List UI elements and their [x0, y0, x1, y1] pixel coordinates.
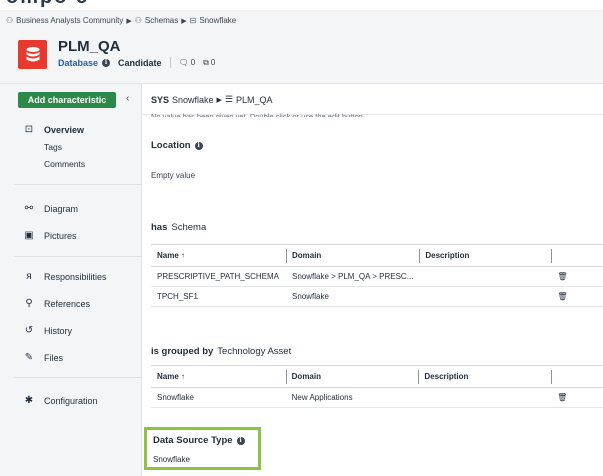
content-breadcrumb: SYS Snowflake ▶ ☰ PLM_QA — [151, 94, 273, 105]
sidebar-item-tags[interactable]: Tags — [44, 142, 62, 152]
main-content: SYS Snowflake ▶ ☰ PLM_QA No value has be… — [143, 84, 603, 476]
sidebar-divider — [14, 256, 142, 257]
breadcrumb-separator-icon: ▶ — [126, 17, 132, 25]
cell-description — [419, 266, 552, 287]
location-value[interactable]: Empty value — [151, 171, 195, 180]
sidebar-item-pictures[interactable]: ▣ Pictures — [22, 230, 76, 241]
table-row[interactable]: PRESCRIPTIVE_PATH_SCHEMA Snowflake > PLM… — [151, 266, 603, 287]
sidebar-divider — [14, 184, 142, 185]
cell-description — [418, 387, 552, 408]
comment-icon: 🗨 — [178, 58, 189, 67]
community-icon: ⚇ — [6, 16, 14, 25]
add-characteristic-button[interactable]: Add characteristic — [18, 92, 116, 108]
table-row[interactable]: Snowflake New Applications 🗑 — [151, 387, 603, 408]
info-icon[interactable]: i — [236, 436, 245, 445]
breadcrumb-system[interactable]: Snowflake — [199, 16, 236, 25]
column-header-actions — [551, 365, 603, 388]
content-breadcrumb-prefix: SYS — [151, 94, 170, 105]
domain-icon: ⚇ — [134, 16, 142, 25]
content-breadcrumb-current: PLM_QA — [236, 94, 273, 105]
info-icon[interactable]: i — [102, 58, 111, 67]
sort-asc-icon[interactable]: ↑ — [181, 251, 185, 260]
asset-type-link[interactable]: Database — [58, 58, 98, 68]
system-icon: ⊟ — [189, 16, 197, 25]
data-source-type-value[interactable]: Snowflake — [153, 455, 190, 464]
sort-asc-icon[interactable]: ↑ — [181, 372, 185, 381]
relations-counter[interactable]: ⧉ 0 — [203, 58, 215, 68]
reference-icon: ⚲ — [25, 298, 33, 309]
paperclip-icon: ✎ — [24, 352, 34, 363]
database-icon — [18, 40, 47, 69]
column-header-domain[interactable]: Domain — [285, 244, 420, 267]
data-source-type-field[interactable]: Data Source Type i Snowflake — [144, 427, 261, 470]
cell-name[interactable]: TPCH_SF1 — [151, 286, 286, 307]
column-header-description[interactable]: Description — [419, 244, 552, 267]
gear-icon: ✱ — [24, 395, 34, 406]
collapse-sidebar-icon[interactable]: ‹ — [126, 93, 129, 104]
sidebar-item-comments[interactable]: Comments — [44, 159, 85, 169]
column-header-description[interactable]: Description — [418, 365, 552, 388]
schema-table: Name ↑ Domain Description PRESCRIPTIVE_P… — [151, 244, 603, 307]
asset-meta: Database i Candidate 🗨 0 ⧉ 0 — [58, 57, 219, 68]
overview-icon: ⊡ — [24, 124, 34, 135]
sidebar-item-history[interactable]: ↺ History — [22, 325, 72, 336]
content-breadcrumb-parent[interactable]: Snowflake — [172, 95, 214, 105]
comments-counter[interactable]: 🗨 0 — [179, 58, 196, 67]
column-header-domain[interactable]: Domain — [285, 365, 419, 388]
breadcrumb-domain[interactable]: Schemas — [145, 16, 178, 25]
sidebar-item-files[interactable]: ✎ Files — [22, 352, 63, 363]
relations-count: 0 — [210, 58, 216, 67]
trash-icon[interactable]: 🗑 — [557, 393, 567, 402]
has-schema-title: has Schema — [151, 222, 207, 233]
database-small-icon: ☰ — [224, 94, 234, 104]
sidebar-item-overview[interactable]: ⊡ Overview — [22, 124, 84, 135]
table-row[interactable]: TPCH_SF1 Snowflake 🗑 — [151, 286, 603, 307]
sidebar-item-responsibilities[interactable]: ᴙ Responsibilities — [22, 271, 106, 282]
sidebar-item-diagram[interactable]: ⚯ Diagram — [22, 203, 78, 214]
location-title: Location i — [151, 140, 203, 151]
cell-name[interactable]: Snowflake — [151, 387, 286, 408]
asset-header: ⚇ Business Analysts Community ▶ ⚇ Schema… — [0, 10, 603, 84]
cell-description — [419, 286, 552, 307]
top-strip-text: ompo e — [6, 0, 89, 9]
description-value: No value has been given yet. Double clic… — [151, 112, 365, 117]
sidebar-item-references[interactable]: ⚲ References — [22, 298, 90, 309]
people-icon: ᴙ — [26, 271, 32, 282]
cell-domain[interactable]: Snowflake > PLM_QA > PRESC... — [285, 266, 420, 287]
breadcrumb-community[interactable]: Business Analysts Community — [16, 16, 123, 25]
cell-domain[interactable]: New Applications — [285, 387, 419, 408]
picture-icon: ▣ — [24, 230, 34, 241]
sidebar-item-configuration[interactable]: ✱ Configuration — [22, 395, 98, 406]
data-source-type-title: Data Source Type i — [153, 435, 245, 446]
cell-name[interactable]: PRESCRIPTIVE_PATH_SCHEMA — [151, 266, 286, 287]
diagram-icon: ⚯ — [24, 203, 34, 214]
column-header-actions — [551, 244, 603, 267]
top-strip: ompo e — [0, 0, 603, 10]
breadcrumb-separator-icon: ▶ — [181, 17, 187, 25]
breadcrumb-separator-icon: ▶ — [216, 96, 222, 104]
column-header-name[interactable]: Name ↑ — [151, 365, 286, 388]
asset-title: PLM_QA — [58, 38, 121, 55]
sidebar: Add characteristic ‹ ⊡ Overview Tags Com… — [0, 84, 142, 476]
info-icon[interactable]: i — [194, 141, 203, 150]
history-icon: ↺ — [24, 325, 34, 336]
trash-icon[interactable]: 🗑 — [557, 292, 567, 301]
grouped-by-title: is grouped by Technology Asset — [151, 346, 292, 357]
breadcrumb: ⚇ Business Analysts Community ▶ ⚇ Schema… — [6, 16, 236, 25]
column-header-name[interactable]: Name ↑ — [151, 244, 286, 267]
cell-domain[interactable]: Snowflake — [285, 286, 420, 307]
status-badge[interactable]: Candidate — [118, 58, 162, 68]
technology-asset-table: Name ↑ Domain Description Snowflake New … — [151, 365, 603, 408]
relations-icon: ⧉ — [203, 57, 209, 67]
trash-icon[interactable]: 🗑 — [557, 272, 567, 281]
meta-divider — [169, 57, 171, 68]
comments-count: 0 — [190, 58, 196, 67]
sidebar-divider — [14, 377, 142, 378]
